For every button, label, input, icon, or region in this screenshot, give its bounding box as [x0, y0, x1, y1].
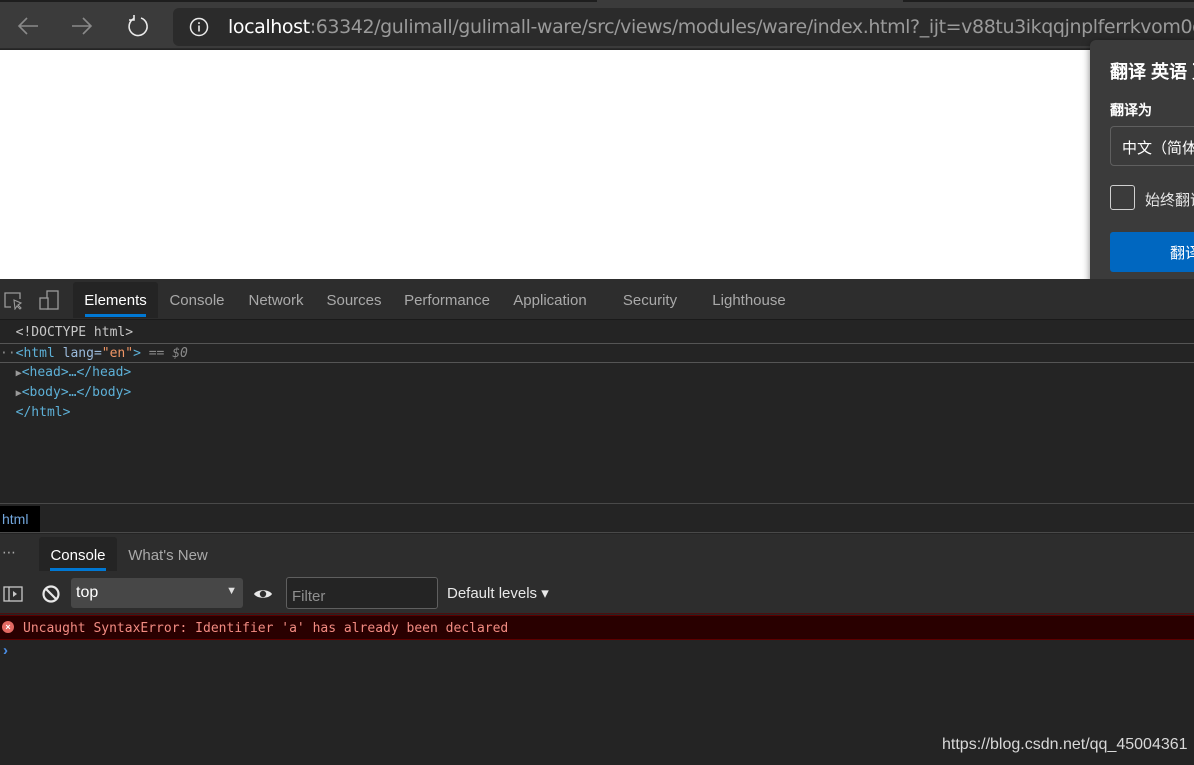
address-bar[interactable]: localhost:63342/gulimall/gulimall-ware/s…: [173, 8, 1194, 46]
drawer-tab-console[interactable]: Console: [39, 537, 117, 571]
info-icon[interactable]: [189, 17, 209, 37]
translate-to-label: 翻译为: [1110, 102, 1152, 118]
tab-elements[interactable]: Elements: [73, 282, 158, 318]
refresh-button[interactable]: [121, 10, 155, 42]
tree-node-head[interactable]: ▶<head>…</head>: [0, 363, 1194, 383]
watermark: https://blog.csdn.net/qq_45004361: [942, 736, 1188, 753]
inspect-element-icon[interactable]: [3, 290, 23, 310]
elements-tree: <!DOCTYPE html> ··<html lang="en"> == $0…: [0, 321, 1194, 503]
translate-popup: 翻译 英语 页 翻译为 中文（简体） 始终翻译 翻译: [1090, 40, 1194, 292]
tab-left[interactable]: [0, 0, 597, 2]
sidebar-toggle-icon[interactable]: [3, 584, 23, 604]
context-select[interactable]: top ▼: [71, 578, 243, 608]
default-levels-dropdown[interactable]: Default levels ▾: [447, 584, 549, 602]
clear-console-icon[interactable]: [41, 584, 61, 604]
url-text[interactable]: localhost:63342/gulimall/gulimall-ware/s…: [228, 16, 1194, 38]
arrow-left-icon: [17, 17, 38, 35]
error-icon: ×: [2, 621, 14, 633]
language-select[interactable]: 中文（简体）: [1110, 126, 1194, 166]
arrow-right-icon: [72, 17, 93, 35]
always-translate-checkbox[interactable]: [1110, 185, 1135, 210]
console-toolbar: top▼ Default levels ▾: [0, 573, 1194, 614]
tab-security[interactable]: Security: [612, 282, 688, 318]
breadcrumb-bar: html: [0, 503, 1194, 533]
breadcrumb-html[interactable]: html: [0, 506, 40, 532]
tab-console[interactable]: Console: [160, 282, 234, 318]
tab-sources[interactable]: Sources: [318, 282, 390, 318]
tree-node-body[interactable]: ▶<body>…</body>: [0, 383, 1194, 403]
drawer-tab-bar: ⋯ Console What's New: [0, 534, 1194, 573]
console-prompt[interactable]: ›: [3, 642, 8, 659]
device-toolbar-icon[interactable]: [39, 290, 59, 310]
tab-network[interactable]: Network: [238, 282, 314, 318]
devtools-tab-bar: Elements Console Network Sources Perform…: [0, 279, 1194, 320]
tab-right[interactable]: [903, 0, 1194, 2]
back-button[interactable]: [11, 10, 45, 42]
tab-lighthouse[interactable]: Lighthouse: [704, 282, 794, 318]
forward-button[interactable]: [65, 10, 99, 42]
eye-icon[interactable]: [253, 584, 273, 604]
url-path: :63342/gulimall/gulimall-ware/src/views/…: [309, 16, 1194, 38]
tab-performance[interactable]: Performance: [397, 282, 497, 318]
tree-node-html[interactable]: ··<html lang="en"> == $0: [0, 343, 1194, 363]
tree-node-doctype[interactable]: <!DOCTYPE html>: [0, 323, 1194, 343]
console-error-message: × Uncaught SyntaxError: Identifier 'a' h…: [0, 615, 1194, 640]
drawer-tab-whats-new[interactable]: What's New: [122, 537, 214, 571]
tab-application[interactable]: Application: [503, 282, 597, 318]
filter-input[interactable]: [286, 577, 438, 609]
tree-node-html-close[interactable]: </html>: [0, 403, 1194, 423]
translate-title: 翻译 英语 页: [1110, 62, 1194, 82]
refresh-icon: [128, 15, 148, 37]
translate-button[interactable]: 翻译: [1110, 232, 1194, 272]
page-viewport: [0, 50, 1194, 279]
browser-toolbar: localhost:63342/gulimall/gulimall-ware/s…: [0, 4, 1194, 49]
url-host: localhost: [228, 16, 310, 38]
more-tabs-icon[interactable]: ⋯: [2, 544, 18, 561]
dropdown-arrow-icon: ▼: [226, 585, 237, 597]
always-translate-label: 始终翻译: [1145, 192, 1194, 209]
error-text: Uncaught SyntaxError: Identifier 'a' has…: [23, 621, 509, 636]
